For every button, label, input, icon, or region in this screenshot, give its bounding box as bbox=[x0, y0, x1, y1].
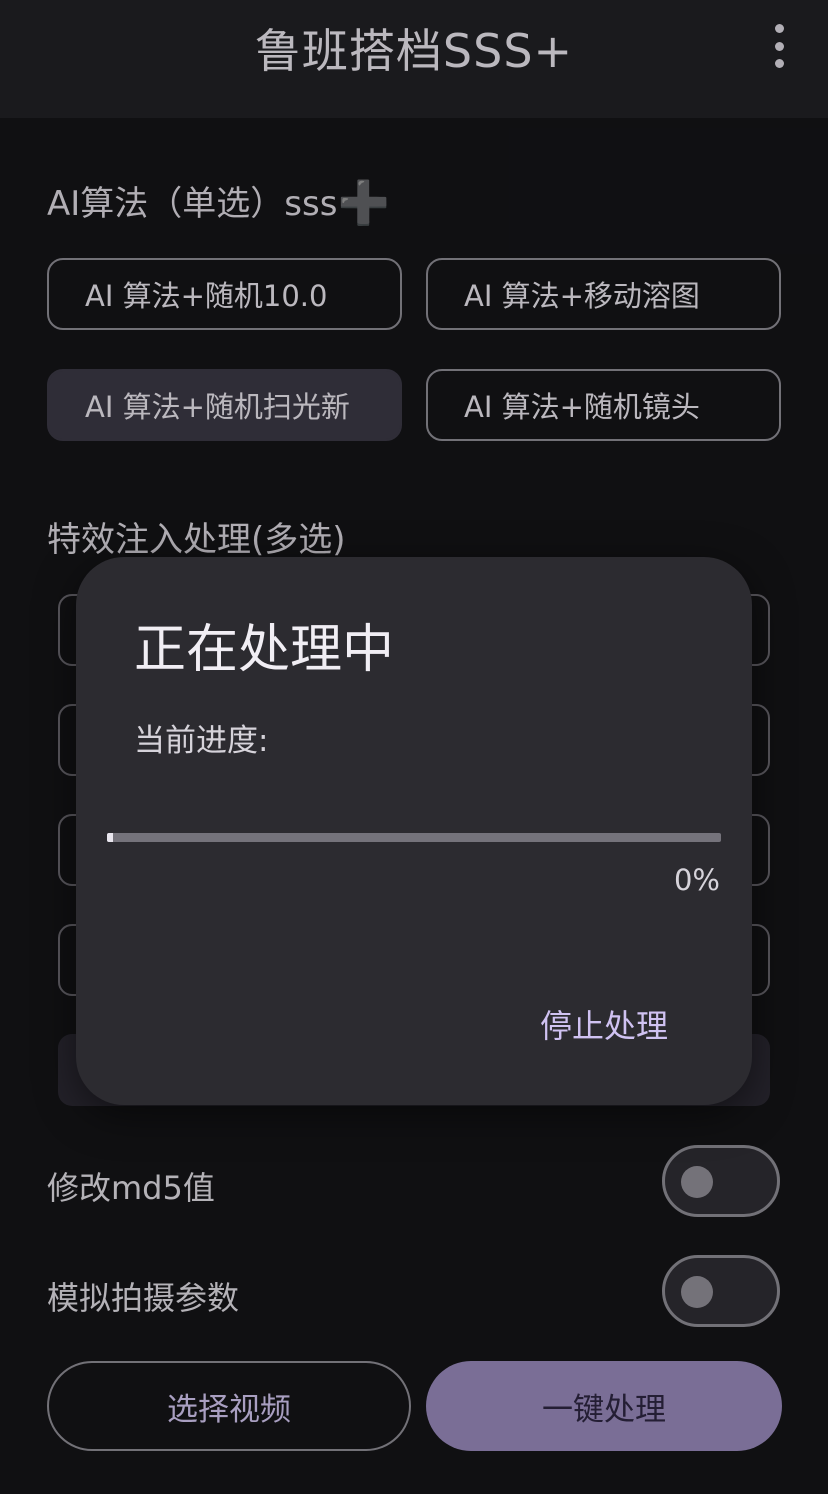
progress-dialog: 正在处理中 当前进度: 0% 停止处理 bbox=[76, 557, 752, 1105]
progress-percent: 0% bbox=[673, 863, 720, 897]
dialog-title: 正在处理中 bbox=[134, 620, 395, 680]
progress-label: 当前进度: bbox=[134, 723, 269, 759]
progress-bar bbox=[107, 833, 721, 842]
progress-bar-fill bbox=[107, 833, 113, 842]
screen: 鲁班搭档SSS+ AI算法（单选）sss➕ AI 算法+随机10.0 AI 算法… bbox=[0, 0, 828, 1494]
stop-processing-button[interactable]: 停止处理 bbox=[540, 1001, 668, 1047]
